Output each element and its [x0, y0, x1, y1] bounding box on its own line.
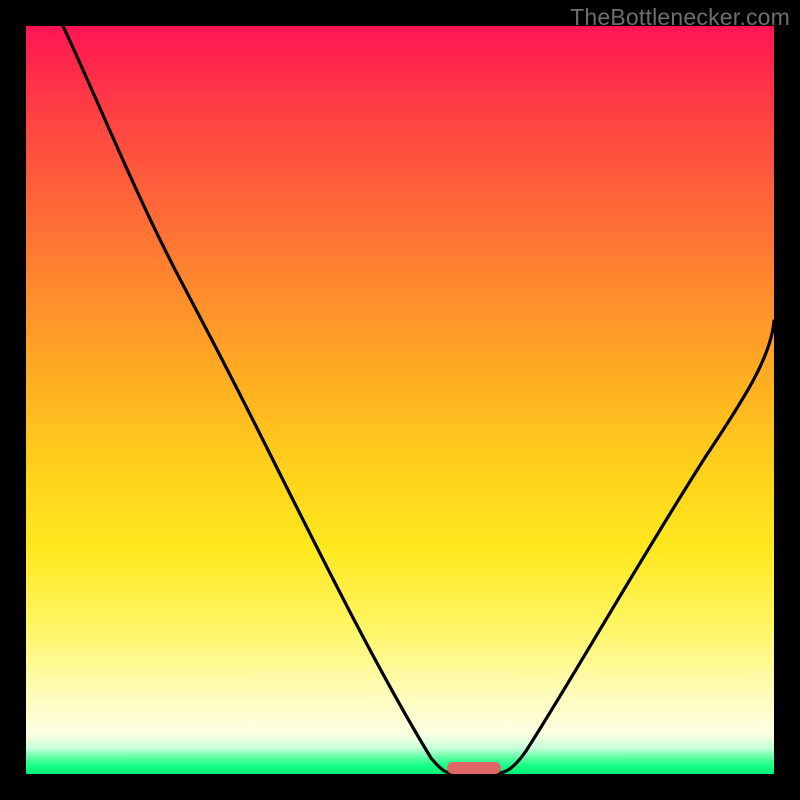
minimum-marker — [447, 762, 501, 774]
watermark-text: TheBottlenecker.com — [570, 4, 790, 31]
chart-frame: TheBottlenecker.com — [0, 0, 800, 800]
bottleneck-curve — [26, 26, 774, 774]
curve-path — [63, 26, 774, 773]
